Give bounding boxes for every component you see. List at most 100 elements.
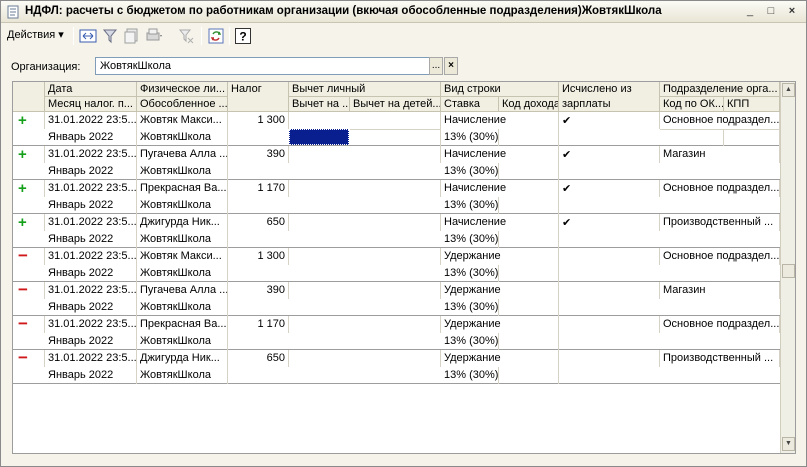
close-button[interactable]: × <box>784 4 800 19</box>
person-cell[interactable]: Пугачева Алла ... <box>137 146 228 163</box>
header-deduction-children[interactable]: Вычет на детей... <box>350 97 441 112</box>
org-unit-cell[interactable]: Производственный ... <box>660 350 780 367</box>
header-row-kind[interactable]: Вид строки <box>441 82 559 97</box>
income-code-cell[interactable] <box>499 129 559 146</box>
rate-cell[interactable]: 13% (30%) <box>441 129 499 146</box>
rate-cell[interactable]: 13% (30%) <box>441 197 499 214</box>
income-code-cell[interactable] <box>499 367 559 384</box>
tax-records-table[interactable]: Дата Месяц налог. п... Физическое ли... … <box>12 81 796 454</box>
person-cell[interactable]: Жовтяк Макси... <box>137 112 228 129</box>
okato-cell[interactable] <box>660 129 724 146</box>
row-kind-cell[interactable]: Начисление <box>441 214 559 231</box>
header-org-unit[interactable]: Подразделение орга... <box>660 82 780 97</box>
organization-field[interactable]: ЖовтякШкола <box>95 57 431 75</box>
person-cell[interactable]: Пугачева Алла ... <box>137 282 228 299</box>
org-unit-cell[interactable]: Магазин <box>660 146 780 163</box>
subdivision-cell[interactable]: ЖовтякШкола <box>137 299 228 316</box>
org-unit-cell[interactable]: Основное подраздел... <box>660 180 780 197</box>
rate-cell[interactable]: 13% (30%) <box>441 299 499 316</box>
period-cell[interactable]: Январь 2022 <box>45 197 137 214</box>
tax-cell[interactable]: 650 <box>228 214 289 231</box>
income-code-cell[interactable] <box>499 163 559 180</box>
deduction-cell[interactable] <box>289 248 441 265</box>
date-cell[interactable]: 31.01.2022 23:5... <box>45 248 137 265</box>
table-row[interactable]: +31.01.2022 23:5... Январь 2022 Прекрасная… <box>13 180 780 214</box>
header-rate[interactable]: Ставка <box>441 97 499 112</box>
header-separate-subdivision[interactable]: Обособленное ... <box>137 97 228 112</box>
kpp-cell[interactable] <box>724 129 780 146</box>
period-cell[interactable]: Январь 2022 <box>45 299 137 316</box>
selected-cell[interactable] <box>289 129 349 145</box>
row-kind-cell[interactable]: Удержание <box>441 350 559 367</box>
income-code-cell[interactable] <box>499 231 559 248</box>
person-cell[interactable]: Прекрасная Ва... <box>137 316 228 333</box>
scroll-down-button[interactable]: ▼ <box>782 437 795 451</box>
period-cell[interactable]: Январь 2022 <box>45 367 137 384</box>
row-kind-cell[interactable]: Начисление <box>441 146 559 163</box>
header-kpp[interactable]: КПП <box>724 97 780 112</box>
header-calculated-from-salary[interactable]: Исчислено из зарплаты <box>559 82 660 112</box>
deduction-cell[interactable] <box>289 350 441 367</box>
rate-cell[interactable]: 13% (30%) <box>441 333 499 350</box>
rate-cell[interactable]: 13% (30%) <box>441 163 499 180</box>
date-cell[interactable]: 31.01.2022 23:5... <box>45 316 137 333</box>
copy-icon[interactable] <box>123 27 141 45</box>
tax-cell[interactable]: 1 300 <box>228 248 289 265</box>
org-unit-cell[interactable]: Основное подраздел... <box>660 248 780 265</box>
header-income-code[interactable]: Код дохода <box>499 97 559 112</box>
subdivision-cell[interactable]: ЖовтякШкола <box>137 333 228 350</box>
tax-cell[interactable]: 1 170 <box>228 180 289 197</box>
period-cell[interactable]: Январь 2022 <box>45 163 137 180</box>
row-kind-cell[interactable]: Удержание <box>441 282 559 299</box>
header-period[interactable]: Месяц налог. п... <box>45 97 137 112</box>
deduction-cell[interactable] <box>289 214 441 231</box>
org-unit-cell[interactable]: Производственный ... <box>660 214 780 231</box>
tax-cell[interactable]: 390 <box>228 282 289 299</box>
deduction-children-cell[interactable] <box>350 129 441 146</box>
tax-cell[interactable]: 390 <box>228 146 289 163</box>
date-cell[interactable]: 31.01.2022 23:5... <box>45 180 137 197</box>
person-cell[interactable]: Жовтяк Макси... <box>137 248 228 265</box>
period-cell[interactable]: Январь 2022 <box>45 265 137 282</box>
date-cell[interactable]: 31.01.2022 23:5... <box>45 350 137 367</box>
table-row[interactable]: −31.01.2022 23:5... Январь 2022 Джигурда Н… <box>13 350 780 384</box>
date-cell[interactable]: 31.01.2022 23:5... <box>45 282 137 299</box>
subdivision-cell[interactable]: ЖовтякШкола <box>137 163 228 180</box>
date-cell[interactable]: 31.01.2022 23:5... <box>45 214 137 231</box>
income-code-cell[interactable] <box>499 333 559 350</box>
clear-filter-icon[interactable] <box>177 27 195 45</box>
row-kind-cell[interactable]: Начисление <box>441 180 559 197</box>
table-row[interactable]: +31.01.2022 23:5... Январь 2022 Джигурда Н… <box>13 214 780 248</box>
subdivision-cell[interactable]: ЖовтякШкола <box>137 129 228 146</box>
income-code-cell[interactable] <box>499 265 559 282</box>
row-kind-cell[interactable]: Удержание <box>441 248 559 265</box>
person-cell[interactable]: Джигурда Ник... <box>137 350 228 367</box>
maximize-button[interactable]: □ <box>763 4 779 19</box>
fit-width-icon[interactable] <box>79 27 97 45</box>
table-row[interactable]: +31.01.2022 23:5... Январь 2022 Жовтяк Мак… <box>13 112 780 146</box>
header-person[interactable]: Физическое ли... <box>137 82 228 97</box>
tax-cell[interactable]: 650 <box>228 350 289 367</box>
rate-cell[interactable]: 13% (30%) <box>441 231 499 248</box>
subdivision-cell[interactable]: ЖовтякШкола <box>137 231 228 248</box>
table-row[interactable]: −31.01.2022 23:5... Январь 2022 Жовтяк Мак… <box>13 248 780 282</box>
income-code-cell[interactable] <box>499 299 559 316</box>
subdivision-cell[interactable]: ЖовтякШкола <box>137 265 228 282</box>
print-icon[interactable] <box>145 27 163 45</box>
date-cell[interactable]: 31.01.2022 23:5... <box>45 146 137 163</box>
help-icon[interactable]: ? <box>234 27 252 45</box>
deduction-cell[interactable] <box>289 112 441 129</box>
income-code-cell[interactable] <box>499 197 559 214</box>
filter-icon[interactable] <box>101 27 119 45</box>
tax-cell[interactable]: 1 300 <box>228 112 289 129</box>
subdivision-cell[interactable]: ЖовтякШкола <box>137 367 228 384</box>
refresh-icon[interactable] <box>207 27 225 45</box>
rate-cell[interactable]: 13% (30%) <box>441 265 499 282</box>
tax-cell[interactable]: 1 170 <box>228 316 289 333</box>
organization-select-button[interactable]: ... <box>429 57 443 75</box>
person-cell[interactable]: Прекрасная Ва... <box>137 180 228 197</box>
row-kind-cell[interactable]: Начисление <box>441 112 559 129</box>
actions-menu[interactable]: Действия ▾ <box>7 28 64 41</box>
period-cell[interactable]: Январь 2022 <box>45 231 137 248</box>
vertical-scrollbar[interactable]: ▲ ▼ <box>780 82 795 453</box>
